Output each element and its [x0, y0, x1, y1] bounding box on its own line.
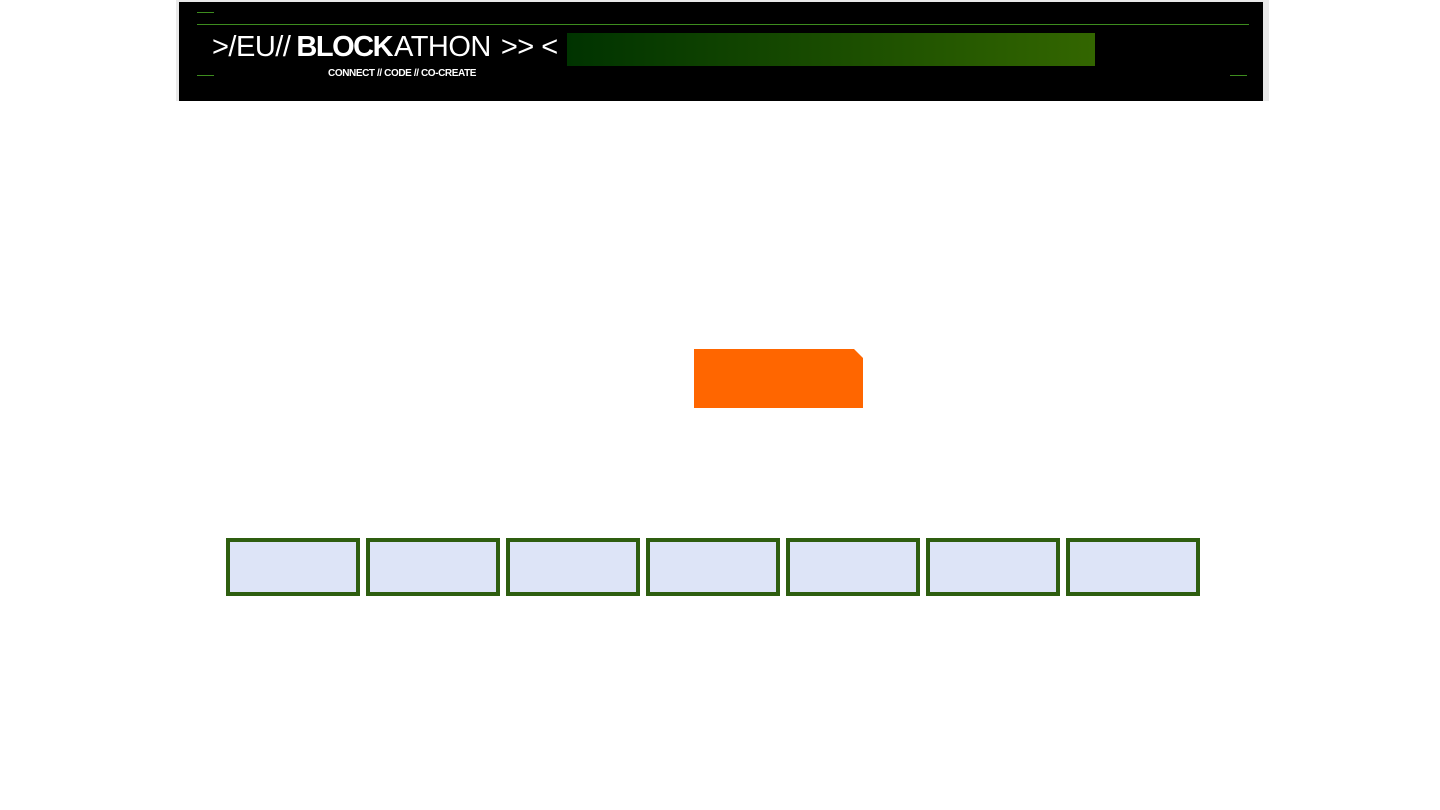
logo-suffix: >> < [500, 31, 558, 63]
tile-5[interactable] [786, 538, 920, 596]
banner-top-rule [197, 24, 1249, 25]
corner-tick-top-left [197, 12, 214, 13]
logo-athon: ATHON [394, 31, 491, 63]
tile-1[interactable] [226, 538, 360, 596]
logo-block: BLOCK [296, 31, 393, 63]
logo-wordmark: >/EU// BLOCK ATHON >> < [212, 30, 558, 64]
tile-6[interactable] [926, 538, 1060, 596]
banner-gradient-bar [567, 33, 1095, 66]
logo-prefix: >/EU// [212, 31, 291, 63]
page: >/EU// BLOCK ATHON >> < CONNECT // CODE … [0, 0, 1440, 810]
logo-tagline: CONNECT // CODE // CO-CREATE [328, 68, 477, 79]
tile-2[interactable] [366, 538, 500, 596]
tile-row [226, 538, 1200, 596]
tile-3[interactable] [506, 538, 640, 596]
blockathon-logo[interactable]: >/EU// BLOCK ATHON >> < CONNECT // CODE … [212, 30, 558, 79]
corner-tick-bottom-left [197, 75, 214, 76]
header-banner: >/EU// BLOCK ATHON >> < CONNECT // CODE … [179, 2, 1263, 101]
orange-cta-button[interactable] [694, 349, 863, 408]
tile-4[interactable] [646, 538, 780, 596]
tile-7[interactable] [1066, 538, 1200, 596]
corner-tick-bottom-right [1230, 75, 1247, 76]
